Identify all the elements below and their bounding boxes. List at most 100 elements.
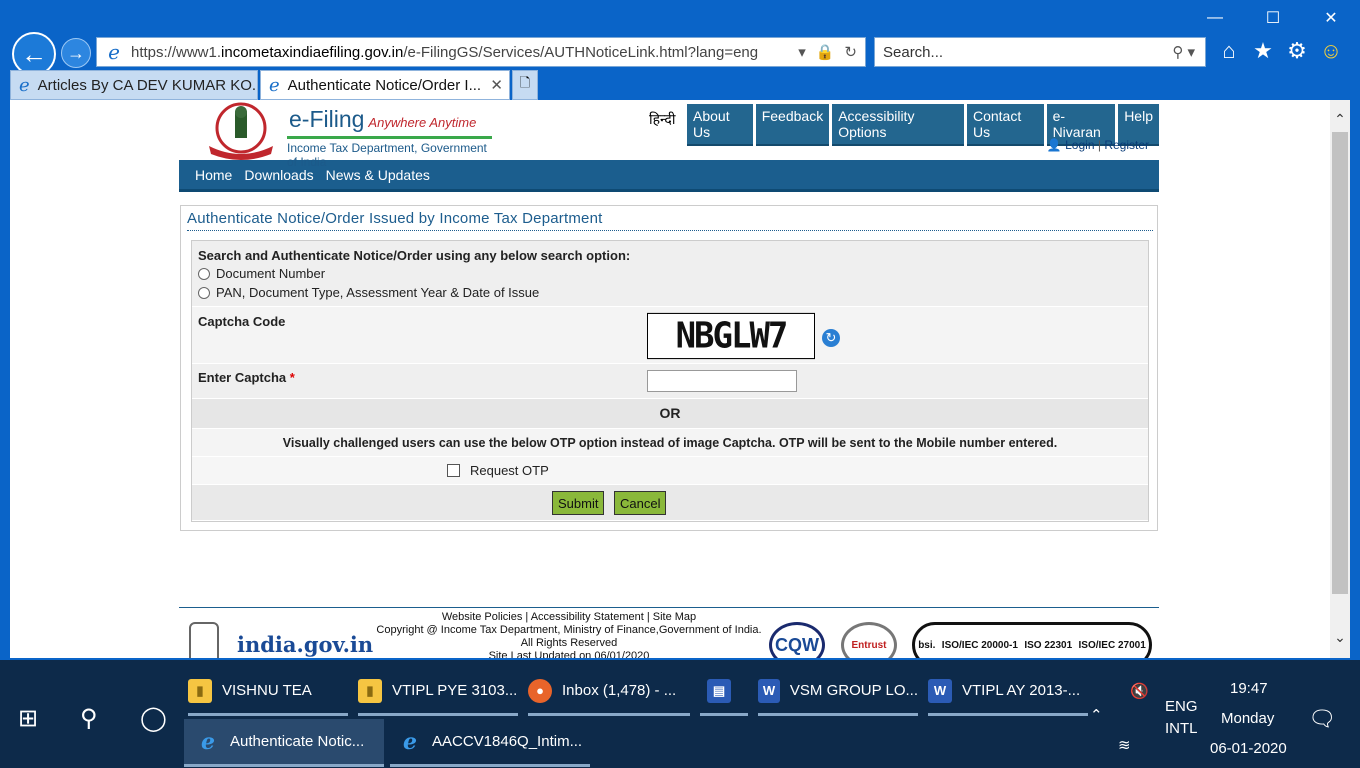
- maximize-icon[interactable]: ☐: [1244, 0, 1302, 36]
- hindi-link[interactable]: हिन्दी: [649, 110, 675, 129]
- task-inbox-firefox[interactable]: ● Inbox (1,478) - ...: [528, 668, 690, 716]
- page-content: e-Filing Anywhere Anytime Income Tax Depa…: [10, 100, 1330, 658]
- tab-strip: e Articles By CA DEV KUMAR KO... e Authe…: [0, 70, 1360, 100]
- clock-date[interactable]: 06-01-2020: [1210, 740, 1287, 757]
- authenticate-form: Search and Authenticate Notice/Order usi…: [191, 240, 1149, 522]
- task-vtipl-ay[interactable]: W VTIPL AY 2013-...: [928, 668, 1088, 716]
- visually-challenged-text: Visually challenged users can use the be…: [282, 436, 1058, 450]
- tray-overflow-icon[interactable]: ⌃: [1090, 706, 1103, 724]
- tab-authenticate[interactable]: e Authenticate Notice/Order I... ✕: [260, 70, 510, 100]
- forward-button[interactable]: →: [61, 38, 91, 68]
- clock-time[interactable]: 19:47: [1230, 680, 1268, 697]
- refresh-captcha-icon[interactable]: ↻: [822, 329, 840, 347]
- system-tray: 🔇 ⌃ ≋ ENG INTL 19:47 Monday 06-01-2020 🗨: [1090, 660, 1360, 768]
- search-box[interactable]: Search... ⚲ ▾: [874, 37, 1206, 67]
- task-vishnu-tea[interactable]: ▮ VISHNU TEA: [188, 668, 348, 716]
- task-vsm-group[interactable]: W VSM GROUP LO...: [758, 668, 918, 716]
- home-icon[interactable]: ⌂: [1216, 38, 1242, 64]
- captcha-label: Captcha Code: [198, 314, 286, 329]
- word-icon: W: [758, 678, 780, 703]
- login-link[interactable]: Login: [1065, 138, 1094, 152]
- nav-accessibility[interactable]: Accessibility Options: [832, 104, 964, 146]
- submit-button[interactable]: Submit: [552, 491, 605, 515]
- logo-subtitle: Income Tax Department, Government of Ind…: [287, 136, 492, 169]
- refresh-icon[interactable]: ↻: [844, 43, 857, 61]
- folder-icon: ▮: [188, 678, 212, 703]
- request-otp-checkbox[interactable]: Request OTP: [447, 463, 549, 478]
- favorites-star-icon[interactable]: ★: [1250, 38, 1276, 64]
- nav-contact-us[interactable]: Contact Us: [966, 104, 1044, 146]
- register-link[interactable]: Register: [1104, 138, 1149, 152]
- site-header: e-Filing Anywhere Anytime Income Tax Depa…: [179, 100, 1159, 169]
- smiley-feedback-icon[interactable]: ☺: [1318, 38, 1344, 64]
- cancel-button[interactable]: Cancel: [614, 491, 667, 515]
- close-tab-icon[interactable]: ✕: [490, 76, 503, 94]
- nav-home[interactable]: Home: [195, 167, 232, 183]
- word-icon: W: [928, 678, 952, 703]
- search-input[interactable]: Search...: [883, 44, 1172, 61]
- search-heading: Search and Authenticate Notice/Order usi…: [198, 248, 631, 263]
- scroll-down-icon[interactable]: ⌄: [1330, 626, 1350, 648]
- search-icon[interactable]: ⚲ ▾: [1172, 43, 1205, 61]
- user-icon: 👤: [1046, 138, 1062, 152]
- radio-circle-icon[interactable]: [198, 267, 210, 280]
- captcha-image: NBGLW7: [647, 312, 815, 360]
- folder-icon: ▮: [358, 678, 382, 703]
- new-tab-button[interactable]: 🗋: [512, 70, 538, 100]
- close-icon[interactable]: ✕: [1302, 0, 1360, 36]
- cortana-icon[interactable]: ◯: [140, 704, 167, 733]
- clock-day[interactable]: Monday: [1221, 710, 1274, 727]
- vertical-scrollbar[interactable]: ⌃ ⌄: [1330, 100, 1350, 658]
- nav-about-us[interactable]: About Us: [687, 104, 753, 146]
- address-bar[interactable]: e https://www1.incometaxindiaefiling.gov…: [96, 37, 866, 67]
- radio-document-number[interactable]: Document Number: [198, 266, 325, 281]
- windows-start-icon[interactable]: ⊞: [18, 704, 38, 733]
- nav-feedback[interactable]: Feedback: [755, 104, 830, 146]
- dropdown-icon[interactable]: ▾: [798, 43, 806, 61]
- scroll-thumb[interactable]: [1332, 132, 1348, 594]
- toolbar-icons: ⌂ ★ ⚙ ☺: [1216, 38, 1344, 64]
- ie-tab-icon: e: [269, 74, 280, 96]
- authenticate-panel: Authenticate Notice/Order Issued by Inco…: [180, 205, 1158, 531]
- url-text[interactable]: https://www1.incometaxindiaefiling.gov.i…: [131, 44, 790, 61]
- checkbox-icon[interactable]: [447, 464, 460, 477]
- income-tax-emblem-icon: [209, 102, 273, 160]
- language-eng[interactable]: ENG: [1165, 698, 1198, 715]
- footer-copyright: Copyright @ Income Tax Department, Minis…: [376, 624, 762, 636]
- page-title: Authenticate Notice/Order Issued by Inco…: [187, 210, 603, 227]
- otp-label: Request OTP: [470, 463, 549, 478]
- task-app[interactable]: ▤: [700, 668, 748, 716]
- taskbar-left: ⊞ ⚲ ◯: [0, 660, 180, 768]
- title-divider: [187, 230, 1153, 231]
- footer-links[interactable]: Website Policies | Accessibility Stateme…: [179, 611, 959, 623]
- lock-icon[interactable]: 🔒: [816, 43, 835, 61]
- or-row: OR: [192, 399, 1148, 429]
- radio-label: PAN, Document Type, Assessment Year & Da…: [216, 285, 540, 300]
- minimize-icon[interactable]: —: [1186, 0, 1244, 36]
- task-vtipl-pye[interactable]: ▮ VTIPL PYE 3103...: [358, 668, 518, 716]
- search-icon[interactable]: ⚲: [80, 704, 98, 733]
- settings-gear-icon[interactable]: ⚙: [1284, 38, 1310, 64]
- efiling-site: e-Filing Anywhere Anytime Income Tax Depa…: [179, 100, 1159, 531]
- radio-pan-doc-type[interactable]: PAN, Document Type, Assessment Year & Da…: [198, 285, 539, 300]
- captcha-input[interactable]: [647, 370, 797, 392]
- or-text: OR: [659, 405, 681, 421]
- language-intl[interactable]: INTL: [1165, 720, 1198, 737]
- network-icon[interactable]: ≋: [1118, 736, 1131, 754]
- efiling-logo[interactable]: e-Filing Anywhere Anytime: [289, 106, 476, 133]
- task-aaccv-ie[interactable]: e AACCV1846Q_Intim...: [390, 719, 590, 767]
- radio-circle-icon[interactable]: [198, 286, 210, 299]
- tab-label: Authenticate Notice/Order I...: [287, 76, 482, 94]
- task-authenticate-ie[interactable]: e Authenticate Notic...: [184, 719, 384, 767]
- buttons-row: Submit Cancel: [192, 485, 1148, 521]
- tab-articles[interactable]: e Articles By CA DEV KUMAR KO...: [10, 70, 258, 100]
- scroll-up-icon[interactable]: ⌃: [1330, 108, 1350, 130]
- enter-captcha-label: Enter Captcha *: [198, 370, 295, 385]
- ie-icon: e: [403, 728, 417, 755]
- volume-muted-icon[interactable]: 🔇: [1130, 682, 1149, 700]
- address-row: ← → e https://www1.incometaxindiaefiling…: [0, 32, 1360, 76]
- notification-icon[interactable]: 🗨: [1308, 706, 1336, 732]
- windows-taskbar: ⊞ ⚲ ◯ ▮ VISHNU TEA ▮ VTIPL PYE 3103... ● In…: [0, 660, 1360, 768]
- ie-tab-icon: e: [19, 74, 30, 96]
- ie-icon: e: [108, 40, 120, 64]
